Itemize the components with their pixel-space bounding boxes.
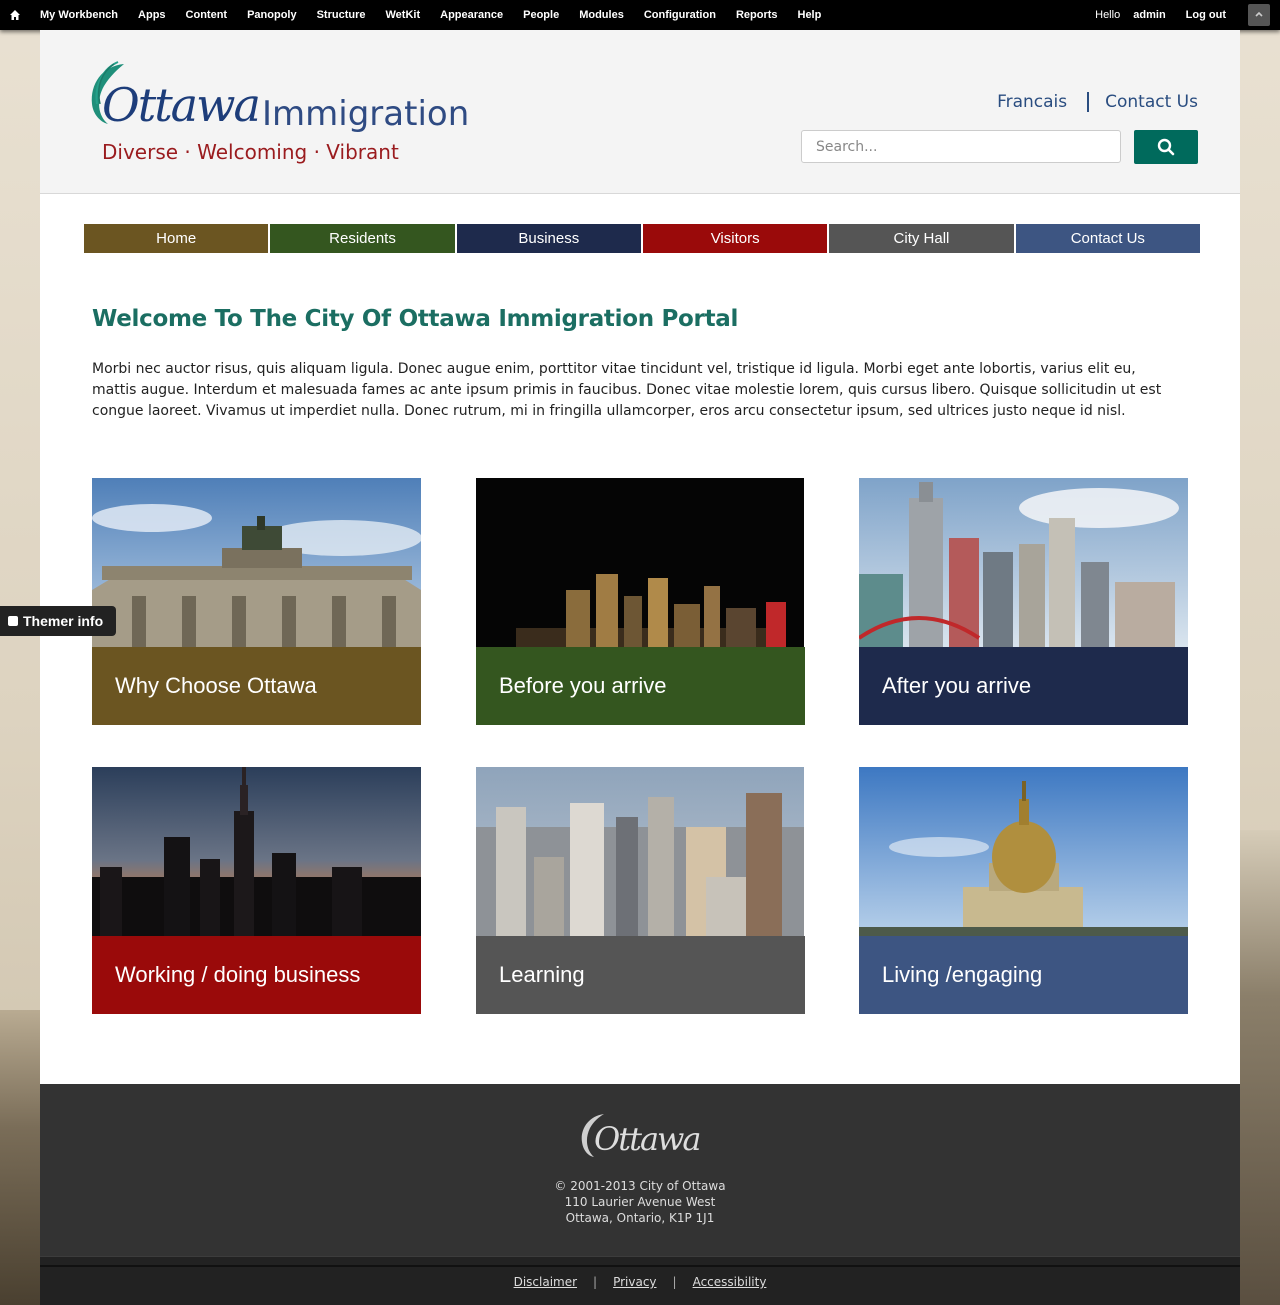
nav-business[interactable]: Business — [456, 224, 641, 253]
tile-after-you-arrive[interactable]: After you arrive — [859, 478, 1188, 725]
accessibility-link[interactable]: Accessibility — [693, 1275, 767, 1289]
background-skyline-left — [0, 1010, 40, 1305]
domed-building-image — [859, 767, 1188, 936]
tile-living-engaging[interactable]: Living /engaging — [859, 767, 1188, 1014]
logout-link[interactable]: Log out — [1176, 9, 1236, 21]
tile-image — [476, 478, 805, 647]
disclaimer-link[interactable]: Disclaimer — [514, 1275, 577, 1289]
site-logo[interactable]: Ottawa Immigration Diverse · Welcoming ·… — [84, 60, 484, 170]
logo-ottawa-wordmark: Ottawa — [102, 78, 261, 132]
main-nav: Home Residents Business Visitors City Ha… — [84, 224, 1200, 253]
admin-menu-item[interactable]: Panopoly — [237, 9, 307, 21]
footer-logo[interactable]: Ottawa — [576, 1110, 706, 1166]
tile-why-choose-ottawa[interactable]: Why Choose Ottawa — [92, 478, 421, 725]
footer-logo-wordmark: Ottawa — [594, 1120, 701, 1158]
user-greeting[interactable]: Hello admin — [1075, 9, 1176, 21]
tile-caption: Why Choose Ottawa — [92, 647, 421, 725]
tile-learning[interactable]: Learning — [476, 767, 805, 1014]
tile-image — [476, 767, 805, 936]
intro-text: Morbi nec auctor risus, quis aliquam lig… — [92, 361, 1162, 419]
admin-menu-item[interactable]: Modules — [569, 9, 634, 21]
logo-tagline: Diverse · Welcoming · Vibrant — [102, 140, 399, 164]
dusk-skyline-image — [92, 767, 421, 936]
footer-bottom-bar: Disclaimer | Privacy | Accessibility — [40, 1256, 1240, 1305]
privacy-link[interactable]: Privacy — [613, 1275, 656, 1289]
divider — [40, 1265, 1240, 1267]
search-button[interactable] — [1134, 130, 1198, 164]
background-skyline-right — [1240, 830, 1280, 1305]
language-link[interactable]: Francais — [997, 92, 1067, 112]
tile-working-doing-business[interactable]: Working / doing business — [92, 767, 421, 1014]
admin-menu-item[interactable]: Content — [176, 9, 238, 21]
page-container: Ottawa Immigration Diverse · Welcoming ·… — [40, 30, 1240, 1305]
towers-daytime-image — [859, 478, 1188, 647]
admin-menu-item[interactable]: Apps — [128, 9, 176, 21]
tile-before-you-arrive[interactable]: Before you arrive — [476, 478, 805, 725]
admin-menu-item[interactable]: Configuration — [634, 9, 726, 21]
hello-label: Hello — [1095, 9, 1121, 21]
divider — [1087, 92, 1090, 112]
tile-image — [92, 478, 421, 647]
home-icon[interactable] — [0, 0, 30, 30]
admin-user-area: Hello admin Log out — [1075, 4, 1280, 26]
tile-image — [859, 478, 1188, 647]
admin-menu-item[interactable]: Structure — [307, 9, 376, 21]
site-footer: Ottawa © 2001-2013 City of Ottawa 110 La… — [40, 1084, 1240, 1256]
admin-menu-item[interactable]: People — [513, 9, 569, 21]
city-aerial-image — [476, 767, 804, 936]
address-line: 110 Laurier Avenue West — [564, 1195, 716, 1209]
footer-address: © 2001-2013 City of Ottawa 110 Laurier A… — [40, 1178, 1240, 1226]
page-title: Welcome To The City Of Ottawa Immigratio… — [92, 306, 739, 332]
nav-home[interactable]: Home — [84, 224, 269, 253]
divider: | — [672, 1275, 677, 1289]
admin-menu-item[interactable]: Appearance — [430, 9, 513, 21]
divider: | — [593, 1275, 598, 1289]
checkbox-icon — [8, 616, 18, 626]
monument-gate-image — [92, 478, 421, 647]
search-input[interactable] — [801, 130, 1121, 163]
tile-caption: Living /engaging — [859, 936, 1188, 1014]
nav-residents[interactable]: Residents — [270, 224, 455, 253]
themer-info-label: Themer info — [23, 613, 104, 629]
admin-menu-item[interactable]: WetKit — [376, 9, 431, 21]
search-form — [801, 130, 1198, 164]
night-skyline-image — [476, 478, 804, 647]
tile-caption: Learning — [476, 936, 805, 1014]
nav-visitors[interactable]: Visitors — [642, 224, 828, 253]
admin-menu-item[interactable]: Reports — [726, 9, 788, 21]
footer-links: Disclaimer | Privacy | Accessibility — [40, 1275, 1240, 1289]
tile-image — [92, 767, 421, 936]
tile-caption: Working / doing business — [92, 936, 421, 1014]
address-line: Ottawa, Ontario, K1P 1J1 — [565, 1211, 715, 1225]
nav-contact-us[interactable]: Contact Us — [1015, 224, 1200, 253]
nav-city-hall[interactable]: City Hall — [829, 224, 1014, 253]
tile-image — [859, 767, 1188, 936]
admin-menu-item[interactable]: My Workbench — [30, 9, 128, 21]
themer-info-tab[interactable]: Themer info — [0, 606, 116, 636]
language-contact-links: Francais Contact Us — [997, 92, 1198, 112]
toolbar-toggle-icon[interactable] — [1248, 4, 1270, 26]
contact-link[interactable]: Contact Us — [1105, 92, 1198, 112]
admin-menu-item[interactable]: Help — [788, 9, 832, 21]
site-header: Ottawa Immigration Diverse · Welcoming ·… — [40, 30, 1240, 194]
admin-toolbar: My Workbench Apps Content Panopoly Struc… — [0, 0, 1280, 30]
admin-menu: My Workbench Apps Content Panopoly Struc… — [30, 9, 831, 21]
logo-title: Immigration — [262, 94, 470, 134]
tile-caption: After you arrive — [859, 647, 1188, 725]
copyright-line: © 2001-2013 City of Ottawa — [554, 1179, 726, 1193]
search-icon — [1157, 138, 1175, 156]
username: admin — [1133, 9, 1166, 21]
tile-caption: Before you arrive — [476, 647, 805, 725]
